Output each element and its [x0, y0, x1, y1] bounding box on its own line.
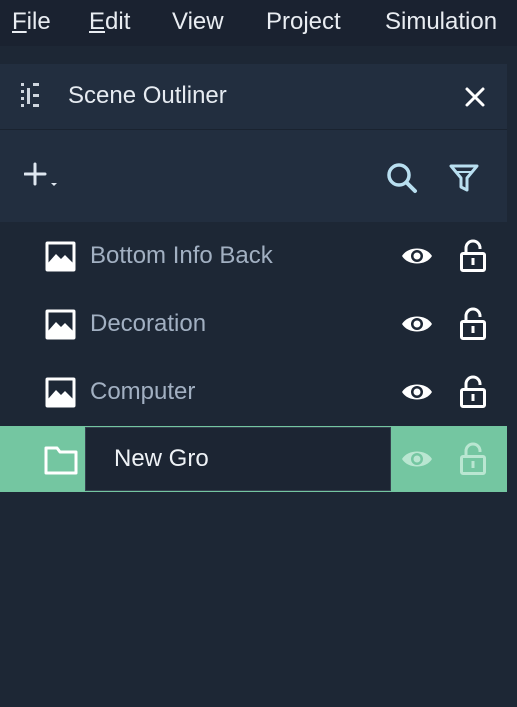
- image-icon: [44, 308, 77, 346]
- search-button[interactable]: [386, 162, 418, 199]
- item-label: Bottom Info Back: [90, 242, 273, 269]
- rename-field-container: [85, 427, 391, 491]
- lock-icon[interactable]: [459, 442, 487, 481]
- menu-project[interactable]: Project: [266, 8, 341, 36]
- eye-visibility-icon[interactable]: [400, 244, 434, 273]
- eye-visibility-icon[interactable]: [400, 380, 434, 409]
- eye-visibility-icon[interactable]: [400, 312, 434, 341]
- menu-file-mnemonic: F: [12, 8, 27, 35]
- item-label: Computer: [90, 378, 196, 405]
- item-label: Decoration: [90, 310, 207, 337]
- list-item[interactable]: Computer: [0, 359, 507, 425]
- filter-funnel-icon: [449, 164, 479, 192]
- menu-file[interactable]: File: [12, 8, 51, 36]
- menu-edit-rest: dit: [105, 8, 131, 35]
- panel-header: Scene Outliner: [0, 64, 507, 130]
- image-icon: [44, 376, 77, 414]
- menu-view[interactable]: View: [172, 8, 224, 36]
- close-icon[interactable]: [464, 86, 486, 113]
- menu-edit[interactable]: Edit: [89, 8, 130, 36]
- folder-icon: [44, 444, 78, 481]
- menu-file-rest: ile: [26, 8, 51, 35]
- eye-visibility-icon[interactable]: [400, 447, 434, 476]
- outliner-icon: [18, 80, 42, 117]
- menu-bar: File Edit View Project Simulation: [0, 0, 517, 46]
- menu-simulation[interactable]: Simulation: [385, 8, 497, 36]
- lock-icon[interactable]: [459, 375, 487, 414]
- image-icon: [44, 240, 77, 278]
- list-item[interactable]: Bottom Info Back: [0, 223, 507, 289]
- outliner-toolbar: [0, 130, 507, 222]
- filter-button[interactable]: [449, 163, 479, 198]
- menu-edit-mnemonic: E: [89, 8, 106, 35]
- scene-outliner-panel: Scene Outliner Bottom Info Back Decorati…: [0, 64, 507, 707]
- add-object-button[interactable]: [23, 162, 60, 197]
- lock-icon[interactable]: [459, 239, 487, 278]
- list-item[interactable]: Decoration: [0, 291, 507, 357]
- plus-add-icon: [23, 162, 57, 186]
- search-icon: [387, 163, 417, 193]
- panel-title: Scene Outliner: [68, 82, 227, 109]
- rename-input[interactable]: [86, 428, 390, 490]
- lock-icon[interactable]: [459, 307, 487, 346]
